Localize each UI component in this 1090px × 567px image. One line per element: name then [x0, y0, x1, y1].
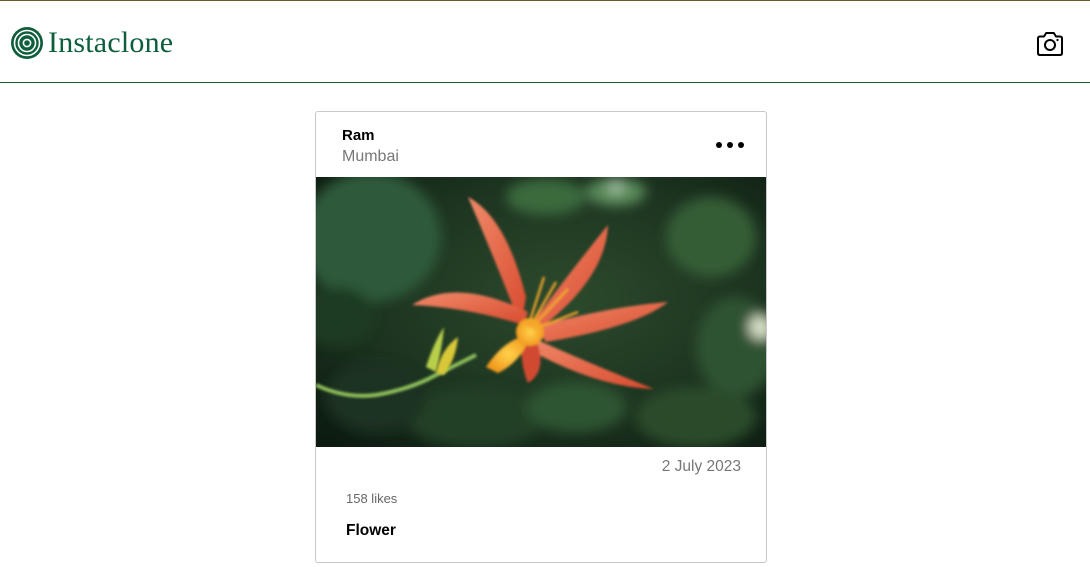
more-dots-icon — [727, 142, 733, 148]
more-options-button[interactable] — [716, 136, 744, 154]
author-location: Mumbai — [342, 148, 399, 165]
camera-button[interactable] — [1034, 28, 1066, 60]
post-card: Ram Mumbai 2 July 2023 158 likes Flower — [315, 111, 767, 563]
post-caption: Flower — [346, 522, 396, 539]
post-photo[interactable] — [316, 177, 766, 447]
brand-name: Instaclone — [48, 26, 174, 59]
author-name[interactable]: Ram — [342, 127, 375, 144]
post-header: Ram Mumbai — [316, 112, 766, 177]
more-dots-icon — [716, 142, 722, 148]
likes-count[interactable]: 158 likes — [346, 491, 397, 506]
target-rings-icon — [11, 27, 43, 59]
more-dots-icon — [738, 142, 744, 148]
navbar: Instaclone — [0, 1, 1090, 83]
post-date: 2 July 2023 — [661, 458, 741, 475]
camera-icon — [1037, 32, 1063, 56]
brand-home-link[interactable]: Instaclone — [10, 25, 173, 61]
